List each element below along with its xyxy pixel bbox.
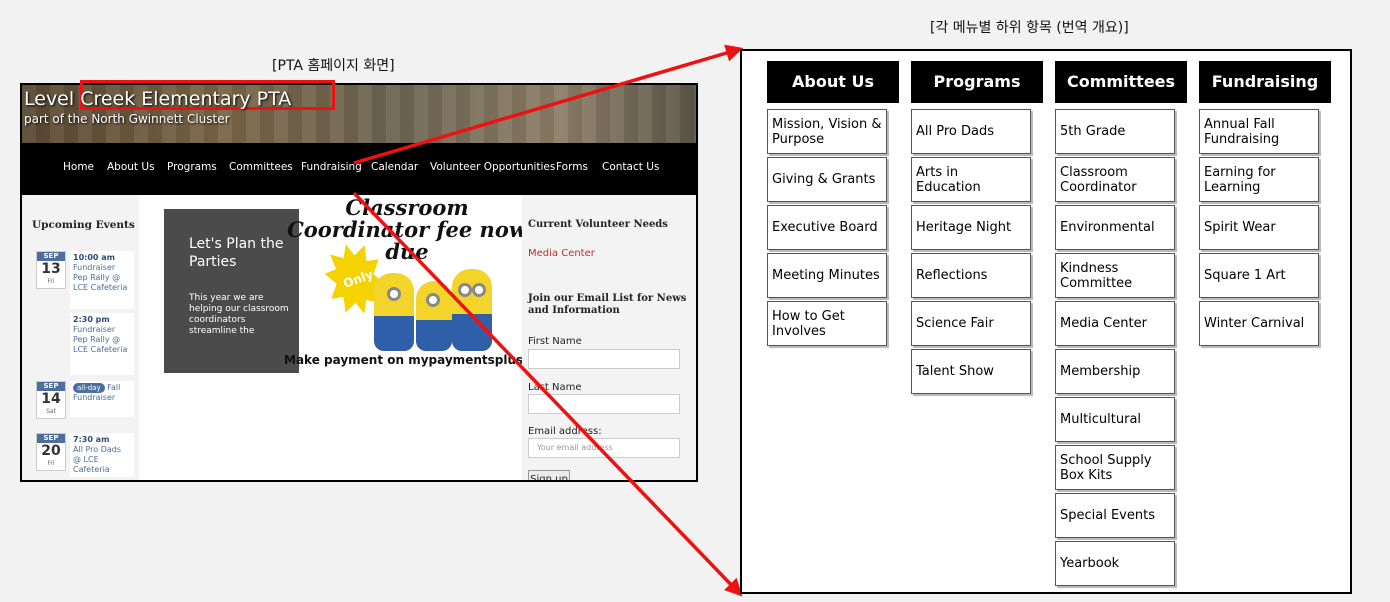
menu-item: Spirit Wear [1199, 205, 1319, 250]
menu-item: Classroom Coordinator [1055, 157, 1175, 202]
last-name-input[interactable] [528, 394, 680, 414]
menu-item: Mission, Vision & Purpose [767, 109, 887, 154]
main-nav: Home About Us Programs Committees Fundra… [22, 143, 696, 195]
first-name-input[interactable] [528, 349, 680, 369]
menu-item: How to Get Involves [767, 301, 887, 346]
payment-text: Make payment on mypaymentsplus.com [284, 353, 556, 367]
nav-committees[interactable]: Committees [229, 161, 293, 173]
upcoming-events-sidebar: Upcoming Events SEP 13 Fri 10:00 am Fund… [22, 195, 139, 480]
menu-item: All Pro Dads [911, 109, 1031, 154]
event-item[interactable]: 10:00 am Fundraiser Pep Rally @ LCE Cafe… [70, 251, 134, 309]
calendar-icon: SEP 14 Sat [36, 381, 66, 419]
site-subtitle: part of the North Gwinnett Cluster [24, 112, 230, 126]
nav-volunteer-opportunities[interactable]: Volunteer Opportunities [430, 161, 555, 173]
menu-header-fundraising: Fundraising [1199, 61, 1331, 103]
nav-calendar[interactable]: Calendar [371, 161, 418, 173]
last-name-label: Last Name [528, 382, 582, 393]
nav-fundraising[interactable]: Fundraising [301, 161, 362, 173]
left-caption: [PTA 홈페이지 화면] [272, 58, 395, 74]
event-item[interactable]: 7:30 am All Pro Dads @ LCE Cafeteria [70, 433, 134, 477]
menu-item: Kindness Committee [1055, 253, 1175, 298]
menu-item: Reflections [911, 253, 1031, 298]
nav-about-us[interactable]: About Us [107, 161, 155, 173]
upcoming-events-title: Upcoming Events [32, 219, 135, 231]
nav-forms[interactable]: Forms [556, 161, 588, 173]
menu-item: Yearbook [1055, 541, 1175, 586]
right-caption: [각 메뉴별 하위 항목 (번역 개요)] [930, 20, 1129, 36]
email-list-title: Join our Email List for News and Informa… [528, 293, 687, 316]
menu-item: Giving & Grants [767, 157, 887, 202]
all-day-badge: all-day [73, 383, 105, 393]
menu-item: 5th Grade [1055, 109, 1175, 154]
figure-canvas: [PTA 홈페이지 화면] [각 메뉴별 하위 항목 (번역 개요)] Leve… [0, 0, 1390, 602]
menu-item: Winter Carnival [1199, 301, 1319, 346]
calendar-icon: SEP 20 Fri [36, 433, 66, 471]
first-name-label: First Name [528, 336, 582, 347]
site-banner: Level Creek Elementary PTA part of the N… [22, 85, 696, 143]
email-label: Email address: [528, 426, 602, 437]
menu-header-about-us: About Us [767, 61, 899, 103]
menu-header-committees: Committees [1055, 61, 1187, 103]
email-input[interactable]: Your email address [528, 438, 680, 458]
slide-body: This year we are helping our classroom c… [189, 293, 289, 336]
menu-item: Membership [1055, 349, 1175, 394]
menu-item: Meeting Minutes [767, 253, 887, 298]
menu-item: Special Events [1055, 493, 1175, 538]
event-item[interactable]: 2:30 pm Fundraiser Pep Rally @ LCE Cafet… [70, 313, 134, 375]
menu-item: Heritage Night [911, 205, 1031, 250]
pta-homepage-screenshot: Level Creek Elementary PTA part of the N… [20, 83, 698, 482]
calendar-icon: SEP 13 Fri [36, 251, 66, 289]
menu-item: Multicultural [1055, 397, 1175, 442]
menu-item: Earning for Learning [1199, 157, 1319, 202]
volunteer-sidebar: Current Volunteer Needs Media Center Joi… [522, 195, 696, 480]
menu-item: Executive Board [767, 205, 887, 250]
menu-item: Talent Show [911, 349, 1031, 394]
signup-button[interactable]: Sign up [528, 470, 570, 480]
menu-item: Annual Fall Fundraising [1199, 109, 1319, 154]
nav-contact-us[interactable]: Contact Us [602, 161, 659, 173]
menu-item: Media Center [1055, 301, 1175, 346]
menu-item: Environmental [1055, 205, 1175, 250]
media-center-link[interactable]: Media Center [528, 248, 595, 259]
nav-home[interactable]: Home [63, 161, 94, 173]
event-item[interactable]: all-day Fall Fundraiser [70, 381, 134, 417]
page-content: Upcoming Events SEP 13 Fri 10:00 am Fund… [22, 195, 696, 480]
site-title[interactable]: Level Creek Elementary PTA [24, 88, 291, 110]
menu-item: Science Fair [911, 301, 1031, 346]
menu-item: School Supply Box Kits [1055, 445, 1175, 490]
menu-overview-panel: About Us Mission, Vision & Purpose Givin… [740, 49, 1352, 594]
volunteer-needs-title: Current Volunteer Needs [528, 219, 668, 230]
menu-header-programs: Programs [911, 61, 1043, 103]
nav-programs[interactable]: Programs [167, 161, 217, 173]
menu-item: Arts in Education [911, 157, 1031, 202]
menu-item: Square 1 Art [1199, 253, 1319, 298]
flyer-title: Classroom Coordinator fee now due [287, 195, 527, 264]
